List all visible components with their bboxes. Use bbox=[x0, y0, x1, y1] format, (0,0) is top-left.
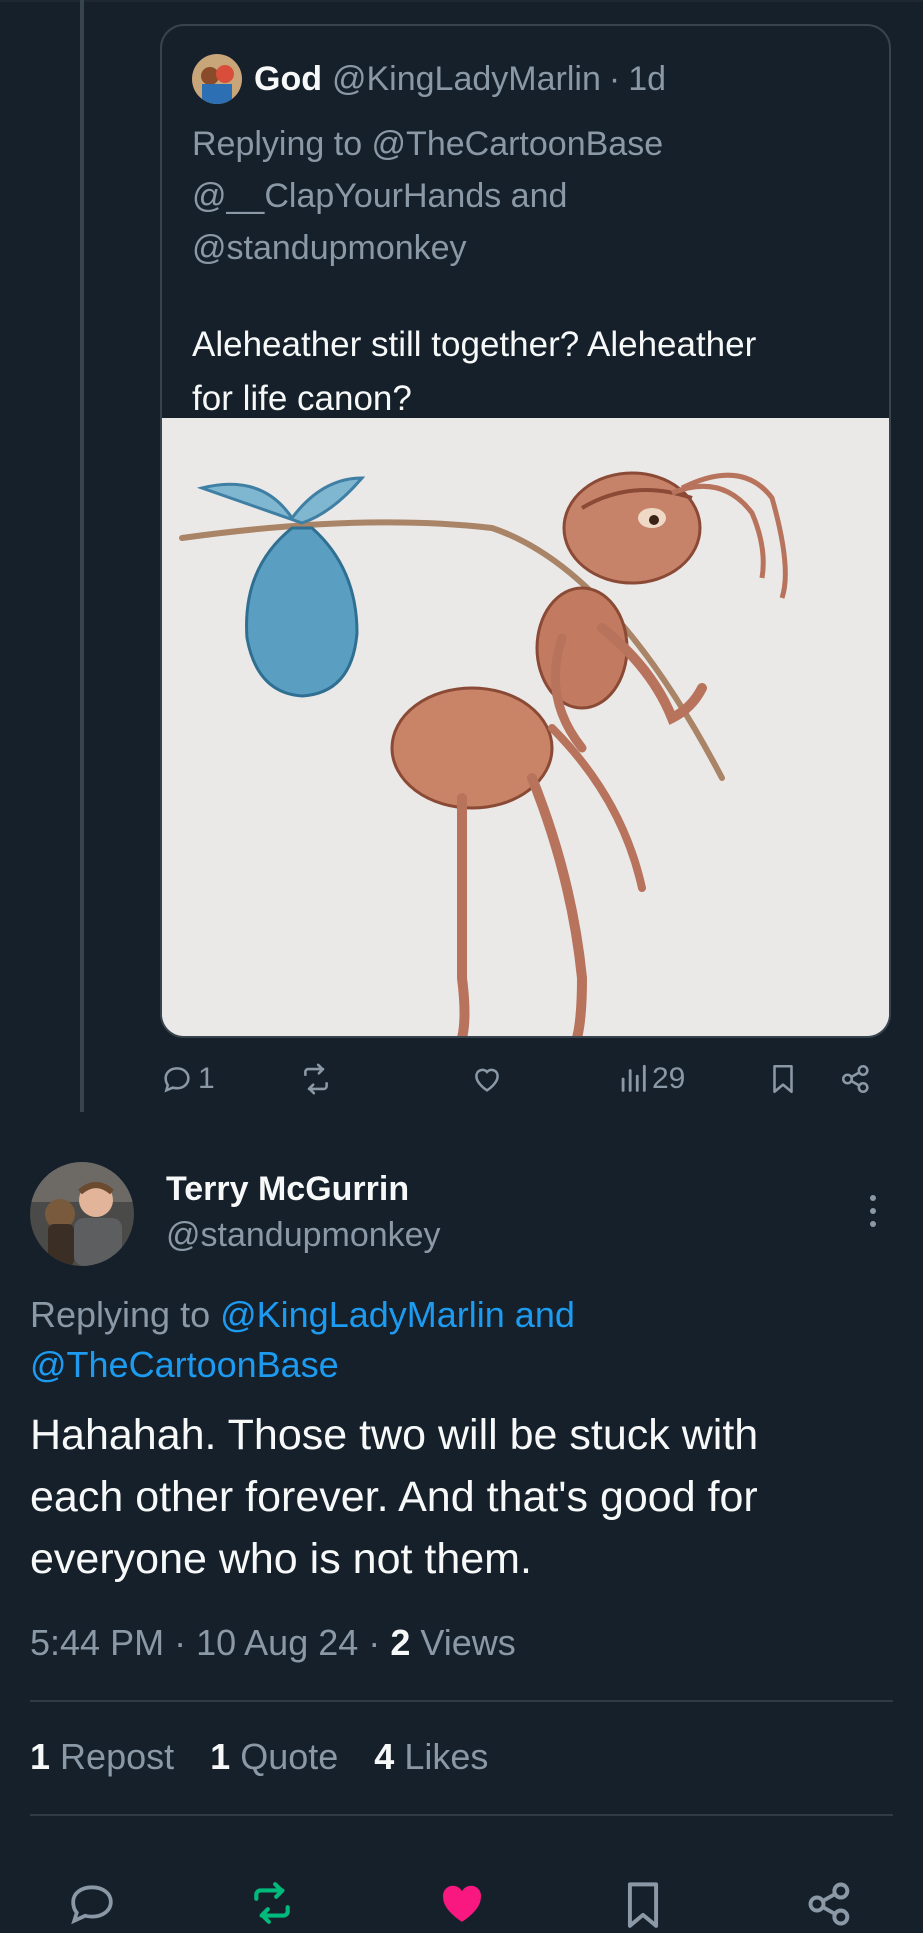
bookmark-icon bbox=[773, 1064, 793, 1094]
quotes-count: 1 bbox=[210, 1736, 231, 1777]
reposts-count: 1 bbox=[30, 1736, 51, 1777]
quoted-views-count: 29 bbox=[652, 1062, 686, 1095]
like-button[interactable] bbox=[436, 1880, 488, 1931]
author-name[interactable]: Terry McGurrin bbox=[166, 1170, 409, 1209]
replying-prefix: Replying to bbox=[30, 1294, 221, 1335]
quotes-label: Quote bbox=[240, 1736, 339, 1777]
reposts-label: Repost bbox=[60, 1736, 175, 1777]
replying-link-thecartoonbase[interactable]: @TheCartoonBase bbox=[30, 1344, 339, 1385]
quoted-replying-to: Replying to @TheCartoonBase @__ClapYourH… bbox=[192, 118, 862, 274]
quoted-views-button[interactable]: 29 bbox=[618, 1062, 685, 1096]
tweet-meta: 5:44 PM · 10 Aug 24 · 2 Views bbox=[30, 1622, 516, 1664]
tweet-text: Hahahah. Those two will be stuck with ea… bbox=[30, 1404, 890, 1590]
repost-icon bbox=[304, 1063, 328, 1095]
tweet-text-line: Hahahah. Those two will be stuck with bbox=[30, 1411, 759, 1459]
author-handle[interactable]: @standupmonkey bbox=[166, 1216, 441, 1255]
tweet-views-count: 2 bbox=[390, 1622, 411, 1663]
quoted-tweet-card[interactable]: God @KingLadyMarlin · 1d Replying to @Th… bbox=[160, 24, 891, 1038]
repost-icon bbox=[254, 1882, 290, 1924]
quoted-bookmark-button[interactable] bbox=[768, 1062, 798, 1096]
likes-stat[interactable]: 4 Likes bbox=[374, 1736, 488, 1777]
quoted-tweet-actions: 1 29 bbox=[0, 1062, 923, 1112]
bookmark-icon bbox=[627, 1882, 659, 1928]
quoted-tweet-time[interactable]: 1d bbox=[628, 60, 666, 99]
quoted-reply-button[interactable]: 1 bbox=[160, 1062, 215, 1096]
heart-filled-icon bbox=[442, 1885, 482, 1922]
quoted-like-button[interactable] bbox=[470, 1062, 504, 1096]
tweet-time[interactable]: 5:44 PM bbox=[30, 1622, 164, 1663]
likes-label: Likes bbox=[404, 1736, 489, 1777]
reply-icon bbox=[164, 1067, 190, 1093]
tweet-views-label: Views bbox=[420, 1622, 516, 1663]
quoted-tweet-text: Aleheather still together? Aleheather fo… bbox=[192, 318, 872, 426]
thread-connector-line bbox=[80, 0, 84, 1112]
more-vertical-icon bbox=[870, 1195, 876, 1227]
tweet-stats: 1 Repost 1 Quote 4 Likes bbox=[30, 1736, 514, 1778]
quoted-author-name[interactable]: God bbox=[254, 60, 322, 99]
views-icon bbox=[621, 1064, 646, 1092]
repost-button[interactable] bbox=[246, 1880, 298, 1931]
quoted-author-avatar[interactable] bbox=[192, 54, 242, 104]
reposts-stat[interactable]: 1 Repost bbox=[30, 1736, 174, 1777]
divider bbox=[30, 1700, 893, 1702]
quoted-repost-button[interactable] bbox=[298, 1062, 334, 1096]
likes-count: 4 bbox=[374, 1736, 395, 1777]
quoted-replying-line: @__ClapYourHands and bbox=[192, 177, 568, 215]
author-avatar[interactable] bbox=[30, 1162, 134, 1266]
quoted-replying-line: Replying to @TheCartoonBase bbox=[192, 125, 664, 163]
replying-to: Replying to @KingLadyMarlin and @TheCart… bbox=[30, 1290, 850, 1390]
top-divider bbox=[0, 0, 923, 2]
bookmark-button[interactable] bbox=[620, 1880, 666, 1933]
meta-dot: · bbox=[368, 1622, 381, 1663]
share-button[interactable] bbox=[804, 1880, 856, 1933]
tweet-text-line: everyone who is not them. bbox=[30, 1535, 532, 1583]
share-icon bbox=[808, 1882, 850, 1926]
meta-dot: · bbox=[174, 1622, 187, 1663]
quotes-stat[interactable]: 1 Quote bbox=[210, 1736, 338, 1777]
quoted-tweet-image[interactable] bbox=[162, 418, 889, 1036]
ant-with-bindle-illustration bbox=[162, 418, 889, 1036]
quoted-author-handle[interactable]: @KingLadyMarlin bbox=[332, 60, 601, 99]
tweet-date[interactable]: 10 Aug 24 bbox=[196, 1622, 358, 1663]
quoted-reply-count: 1 bbox=[198, 1062, 215, 1095]
divider bbox=[30, 1814, 893, 1816]
share-icon bbox=[841, 1064, 869, 1094]
quoted-header-separator: · bbox=[608, 59, 621, 98]
heart-icon bbox=[475, 1068, 499, 1092]
replying-link-kingladymarlin[interactable]: @KingLadyMarlin bbox=[220, 1294, 505, 1335]
quoted-tweet-header: God @KingLadyMarlin · 1d bbox=[192, 54, 666, 104]
reply-button[interactable] bbox=[66, 1880, 118, 1931]
replying-and: and bbox=[504, 1294, 575, 1335]
quoted-text-line: Aleheather still together? Aleheather bbox=[192, 325, 757, 364]
quoted-replying-line: @standupmonkey bbox=[192, 229, 467, 267]
tweet-text-line: each other forever. And that's good for bbox=[30, 1473, 758, 1521]
quoted-share-button[interactable] bbox=[838, 1062, 874, 1096]
more-options-button[interactable] bbox=[858, 1186, 888, 1236]
reply-icon bbox=[71, 1885, 113, 1925]
